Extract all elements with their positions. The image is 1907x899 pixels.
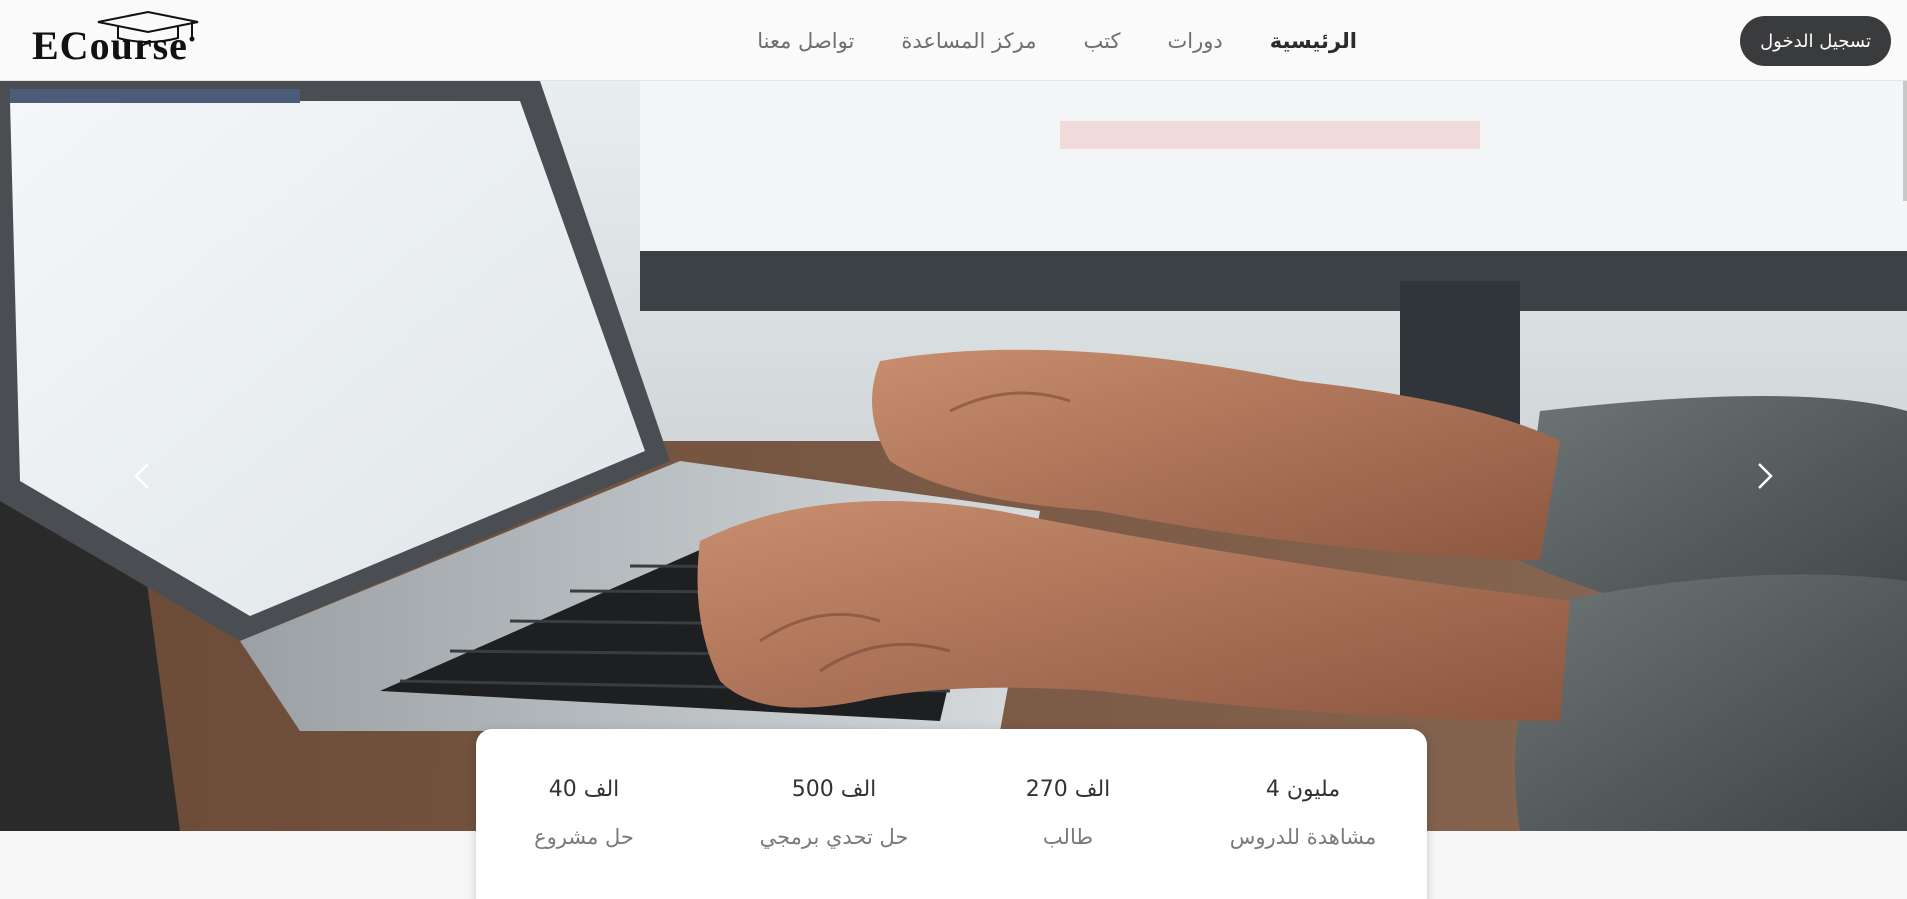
stat-label: حل تحدي برمجي [759,825,909,849]
nav-item-contact[interactable]: تواصل معنا [757,29,854,53]
stat-value: 40 الف [548,777,620,802]
stat-label: طالب [1042,825,1094,849]
stat-value: 4 مليون [1265,777,1341,802]
stat-value: 500 الف [791,777,877,802]
nav-item-home[interactable]: الرئيسية [1270,29,1357,53]
chevron-right-icon[interactable] [1743,456,1783,496]
stat-label: حل مشروع [534,825,634,849]
nav-item-books[interactable]: كتب [1084,29,1121,53]
logo-text: ECourse [32,23,188,68]
stats-card: 4 مليون مشاهدة للدروس 270 الف طالب 500 ا… [476,729,1427,899]
hero-carousel [0,81,1907,831]
main-nav: الرئيسية دورات كتب مركز المساعدة تواصل م… [757,0,1357,81]
chevron-left-icon[interactable] [124,456,164,496]
hero-image [0,81,1907,831]
nav-item-help-center[interactable]: مركز المساعدة [901,29,1036,53]
page: ECourse الرئيسية دورات كتب مركز المساعدة… [0,0,1907,899]
stat-label: مشاهدة للدروس [1229,825,1377,849]
top-navbar: ECourse الرئيسية دورات كتب مركز المساعدة… [0,0,1907,81]
ecourse-logo[interactable]: ECourse [28,8,278,74]
login-button[interactable]: تسجيل الدخول [1740,16,1891,66]
stat-value: 270 الف [1025,777,1111,802]
nav-item-courses[interactable]: دورات [1167,29,1222,53]
page-scrollbar[interactable] [1903,81,1907,201]
